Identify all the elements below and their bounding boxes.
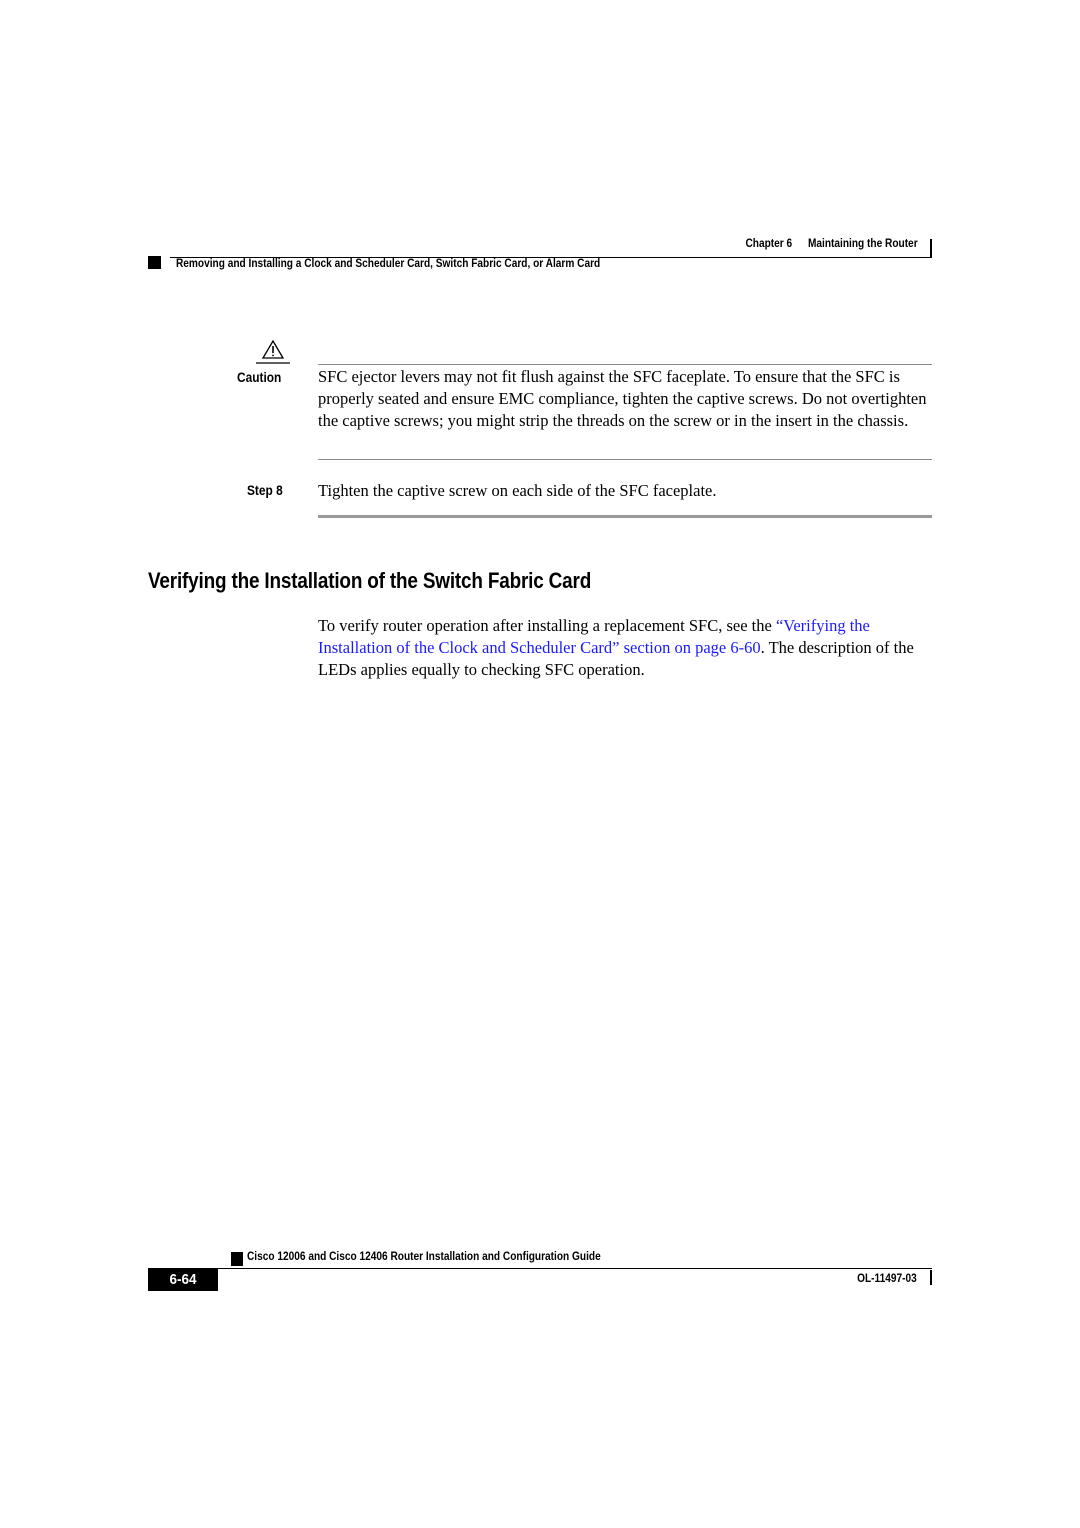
procedure-end-rule	[318, 515, 932, 518]
chapter-label: Chapter 6	[745, 238, 793, 250]
caution-top-rule	[318, 364, 932, 365]
section-heading: Verifying the Installation of the Switch…	[148, 568, 592, 593]
caution-label: Caution	[237, 369, 282, 385]
caution-bottom-rule	[318, 459, 932, 460]
footer-right-bar	[930, 1270, 932, 1285]
chapter-title: Maintaining the Router	[808, 238, 918, 250]
para-text-before-link: To verify router operation after install…	[318, 616, 776, 635]
footer-rule	[218, 1268, 932, 1269]
footer-square-marker	[231, 1252, 243, 1266]
running-header-chapter: Chapter 6 Maintaining the Router	[746, 238, 918, 250]
page-number-box: 6-64	[148, 1268, 218, 1291]
document-number: OL-11497-03	[857, 1273, 917, 1285]
warning-triangle-icon	[256, 339, 290, 364]
step-label: Step 8	[247, 482, 283, 498]
footer-guide-title: Cisco 12006 and Cisco 12406 Router Insta…	[247, 1251, 601, 1263]
page-number: 6-64	[169, 1271, 197, 1288]
header-right-bar	[930, 239, 932, 257]
step-text: Tighten the captive screw on each side o…	[318, 481, 717, 500]
running-header-section: Removing and Installing a Clock and Sche…	[176, 258, 601, 270]
caution-text: SFC ejector levers may not fit flush aga…	[318, 367, 927, 430]
body-paragraph: To verify router operation after install…	[318, 615, 934, 680]
header-square-marker	[148, 256, 161, 269]
